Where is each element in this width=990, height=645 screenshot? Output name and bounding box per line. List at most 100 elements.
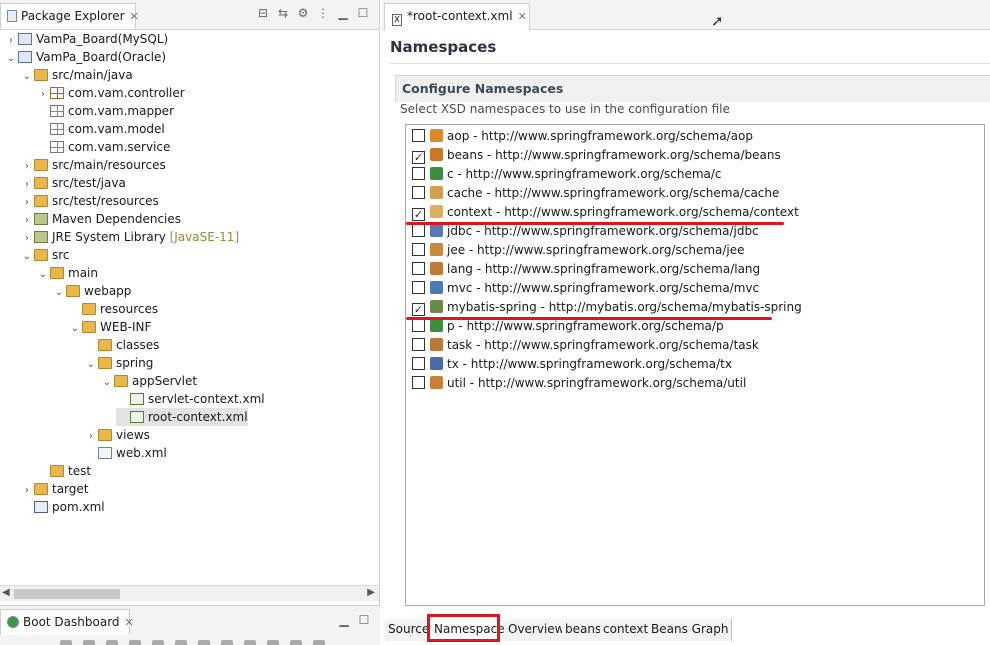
namespace-checkbox[interactable]: ✓ <box>412 208 425 221</box>
tree-item[interactable]: test <box>36 462 91 480</box>
tree-item[interactable]: › src/main/resources <box>20 156 166 174</box>
editor-page-tab-overview[interactable]: Overview <box>505 619 569 641</box>
tree-item[interactable]: servlet-context.xml <box>116 390 265 408</box>
namespace-checkbox[interactable] <box>412 167 425 180</box>
tree-item[interactable]: › src/test/resources <box>20 192 159 210</box>
namespace-row[interactable]: ✓ beans - http://www.springframework.org/… <box>412 146 781 165</box>
tree-item[interactable]: › target <box>20 480 89 498</box>
close-icon[interactable]: ✕ <box>518 10 527 23</box>
namespace-checkbox[interactable] <box>412 338 425 351</box>
namespace-row[interactable]: lang - http://www.springframework.org/sc… <box>412 260 760 279</box>
maximize-icon[interactable]: ☐ <box>353 6 373 20</box>
chevron-down-icon[interactable]: ⌄ <box>68 320 82 338</box>
namespace-checkbox[interactable] <box>412 186 425 199</box>
toolbar-icon[interactable] <box>221 640 233 645</box>
toolbar-icon[interactable] <box>106 640 118 645</box>
namespace-row[interactable]: tx - http://www.springframework.org/sche… <box>412 355 732 374</box>
view-menu-icon[interactable]: ⋮ <box>313 6 333 20</box>
chevron-down-icon[interactable]: ⌄ <box>4 50 18 68</box>
tree-item[interactable]: ⌄ WEB-INF <box>68 318 152 338</box>
namespace-row[interactable]: c - http://www.springframework.org/schem… <box>412 165 722 184</box>
minimize-icon[interactable]: ▁ <box>333 6 353 20</box>
tree-item[interactable]: ⌄ src <box>20 246 70 264</box>
tree-item[interactable]: › com.vam.controller <box>36 84 185 102</box>
editor-page-tab-context[interactable]: context <box>600 619 653 641</box>
tree-item[interactable]: root-context.xml <box>116 408 248 426</box>
toolbar-icon[interactable] <box>267 640 279 645</box>
tree-item-label: pom.xml <box>52 500 105 514</box>
toolbar-icon[interactable] <box>290 640 302 645</box>
horizontal-scrollbar[interactable]: ◀ ▶ <box>0 585 379 601</box>
namespace-checkbox[interactable] <box>412 129 425 142</box>
toolbar-icon[interactable] <box>244 640 256 645</box>
package-explorer-tab[interactable]: Package Explorer ✕ <box>0 3 139 29</box>
namespace-checkbox[interactable] <box>412 262 425 275</box>
chevron-down-icon[interactable]: ⌄ <box>36 266 50 284</box>
tree-item[interactable]: ⌄ VamPa_Board(Oracle) <box>4 48 166 66</box>
chevron-down-icon[interactable]: ⌄ <box>20 68 34 86</box>
tree-item[interactable]: ⌄ src/main/java <box>20 66 133 84</box>
namespace-checkbox[interactable] <box>412 376 425 389</box>
namespace-checkbox[interactable] <box>412 319 425 332</box>
tree-item[interactable]: resources <box>68 300 158 318</box>
toolbar-icon[interactable] <box>152 640 164 645</box>
scroll-right-icon[interactable]: ▶ <box>367 587 375 598</box>
boot-dashboard-tab[interactable]: Boot Dashboard ✕ <box>0 609 134 635</box>
editor-page-tab-source[interactable]: Source <box>385 619 434 641</box>
namespace-row[interactable]: task - http://www.springframework.org/sc… <box>412 336 759 355</box>
editor-page-tab-beans[interactable]: beans <box>562 619 606 641</box>
tree-item[interactable]: pom.xml <box>20 498 105 516</box>
tree-item[interactable]: com.vam.model <box>36 120 165 138</box>
namespace-icon <box>430 148 443 161</box>
tree-item[interactable]: › JRE System Library [JavaSE-11] <box>20 228 239 246</box>
tree-item[interactable]: ⌄ spring <box>84 354 154 374</box>
chevron-down-icon[interactable]: ⌄ <box>20 248 34 266</box>
toolbar-icon[interactable] <box>83 640 95 645</box>
package-explorer-tabbar: Package Explorer ✕ ⊟ ⇆ ⚙ ⋮ ▁ ☐ <box>0 0 379 30</box>
scrollbar-thumb[interactable] <box>14 589 120 599</box>
namespace-row[interactable]: jee - http://www.springframework.org/sch… <box>412 241 745 260</box>
close-icon[interactable]: ✕ <box>125 616 134 629</box>
toolbar-icon[interactable] <box>313 640 325 645</box>
tree-item[interactable]: › views <box>84 426 150 444</box>
tree-item[interactable]: ⌄ appServlet <box>100 372 197 390</box>
chevron-down-icon[interactable]: ⌄ <box>100 374 114 392</box>
toolbar-icon[interactable] <box>175 640 187 645</box>
namespace-row[interactable]: ✓ context - http://www.springframework.or… <box>412 203 799 222</box>
minimize-icon[interactable]: ▁ <box>334 613 354 627</box>
tree-item[interactable]: web.xml <box>84 444 167 462</box>
namespace-row[interactable]: ✓ mybatis-spring - http://mybatis.org/sch… <box>412 298 802 317</box>
scroll-left-icon[interactable]: ◀ <box>2 587 10 598</box>
namespace-checkbox[interactable] <box>412 281 425 294</box>
namespace-checkbox[interactable] <box>412 224 425 237</box>
tree-item[interactable]: com.vam.service <box>36 138 170 156</box>
namespace-row[interactable]: mvc - http://www.springframework.org/sch… <box>412 279 759 298</box>
tree-item[interactable]: › Maven Dependencies <box>20 210 181 228</box>
namespace-row[interactable]: util - http://www.springframework.org/sc… <box>412 374 746 393</box>
editor-tab-root-context[interactable]: X *root-context.xml ✕ <box>384 3 530 30</box>
namespace-checkbox[interactable]: ✓ <box>412 151 425 164</box>
toolbar-icon[interactable] <box>60 640 72 645</box>
namespace-checkbox[interactable] <box>412 357 425 370</box>
editor-page-tab-beans-graph[interactable]: Beans Graph <box>648 619 733 641</box>
toolbar-icon[interactable] <box>129 640 141 645</box>
tree-item[interactable]: ⌄ webapp <box>52 282 132 302</box>
tree-item[interactable]: ⌄ main <box>36 264 98 282</box>
chevron-down-icon[interactable]: ⌄ <box>52 284 66 302</box>
namespace-checkbox[interactable] <box>412 243 425 256</box>
filter-icon[interactable]: ⚙ <box>293 6 313 20</box>
tree-item[interactable]: › src/test/java <box>20 174 126 192</box>
namespace-row[interactable]: aop - http://www.springframework.org/sch… <box>412 127 753 146</box>
namespace-label: cache - http://www.springframework.org/s… <box>447 186 780 200</box>
link-with-editor-icon[interactable]: ⇆ <box>273 6 293 20</box>
namespace-checkbox[interactable]: ✓ <box>412 303 425 316</box>
namespace-row[interactable]: cache - http://www.springframework.org/s… <box>412 184 779 203</box>
chevron-down-icon[interactable]: ⌄ <box>84 356 98 374</box>
tree-item[interactable]: com.vam.mapper <box>36 102 174 120</box>
toolbar-icon[interactable] <box>198 640 210 645</box>
maximize-icon[interactable]: ☐ <box>354 613 374 627</box>
tree-item[interactable]: classes <box>84 336 159 354</box>
close-icon[interactable]: ✕ <box>130 10 139 23</box>
collapse-all-icon[interactable]: ⊟ <box>253 6 273 20</box>
tree-item[interactable]: › VamPa_Board(MySQL) <box>4 30 168 48</box>
